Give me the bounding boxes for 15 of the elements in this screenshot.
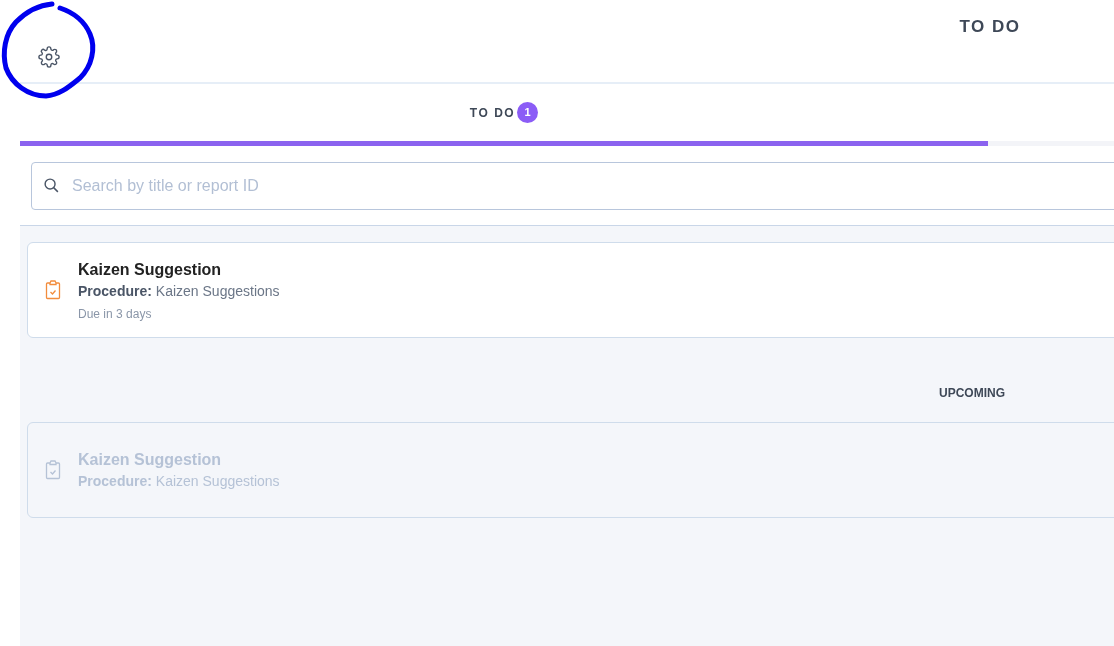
search-field[interactable]: Search by title or report ID (31, 162, 1114, 210)
procedure-text: Procedure: Kaizen Suggestions (78, 281, 280, 301)
clipboard-check-icon (45, 280, 61, 300)
procedure-text: Procedure: Kaizen Suggestions (78, 472, 280, 491)
clipboard-check-icon (45, 460, 61, 480)
count-badge: 1 (517, 102, 539, 123)
task-card[interactable]: Kaizen Suggestion Procedure: Kaizen Suggestions Due in 3 days (27, 242, 1114, 338)
section-heading: UPCOMING (939, 385, 1005, 402)
settings-icon[interactable] (38, 46, 60, 68)
task-title: Kaizen Suggestion (78, 259, 223, 280)
task-title: Kaizen Suggestion (78, 450, 223, 470)
tab[interactable]: TO DO 1 (20, 84, 988, 146)
search-icon (43, 177, 60, 194)
due-text: Due in 3 days (78, 305, 153, 322)
page-title: TO DO (959, 16, 1021, 39)
